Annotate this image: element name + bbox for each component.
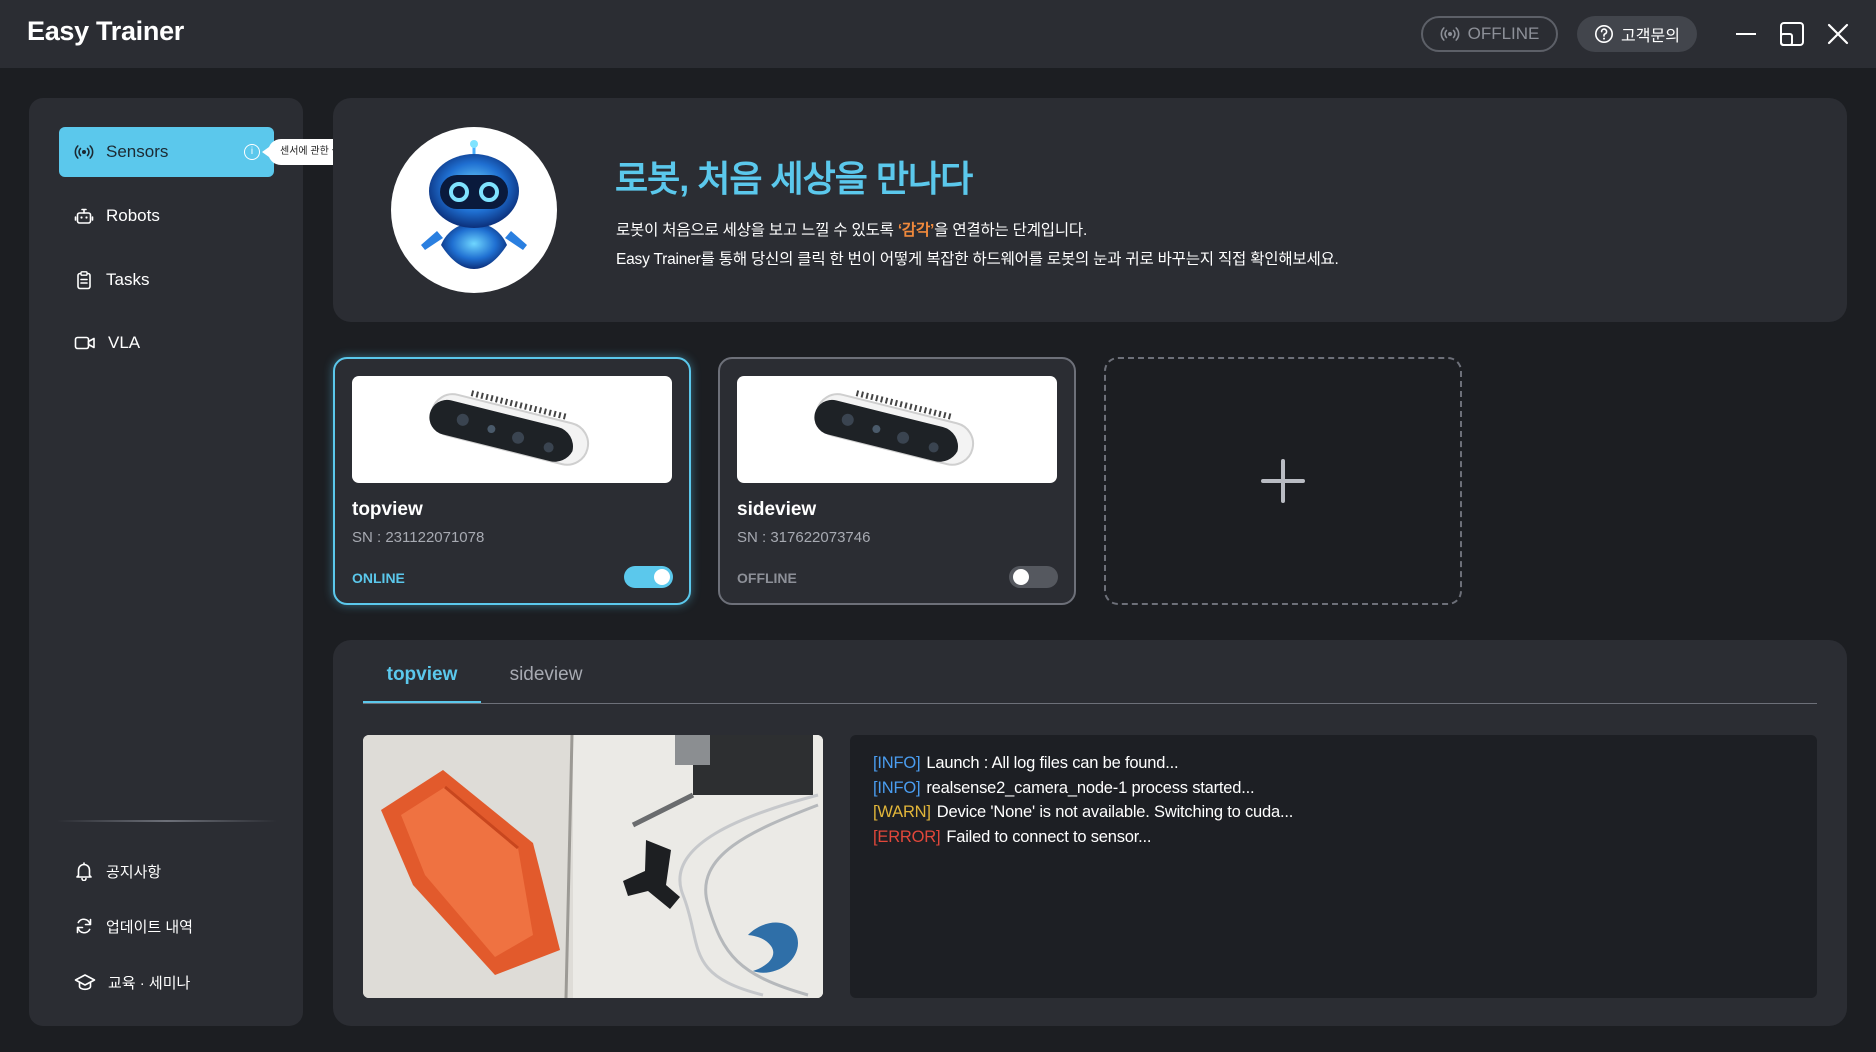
sensor-name: sideview xyxy=(737,499,817,520)
toggle-knob xyxy=(1013,569,1029,585)
sidebar-item-label: VLA xyxy=(108,333,141,352)
sidebar-item-education[interactable]: 교육 · 세미나 xyxy=(74,967,190,997)
sidebar-item-notices[interactable]: 공지사항 xyxy=(74,856,161,886)
log-line: [WARN] Device 'None' is not available. Sw… xyxy=(873,800,1794,825)
broadcast-icon xyxy=(1440,27,1460,41)
sensor-enable-toggle[interactable] xyxy=(624,566,673,588)
sensor-camera-image xyxy=(352,376,672,483)
title-bar: Easy Trainer OFFLINE 고객문의 xyxy=(0,0,1876,68)
banner-highlight: ‘감각’ xyxy=(897,222,935,239)
robot-icon xyxy=(74,208,94,224)
log-message: Launch : All log files can be found... xyxy=(926,754,1179,772)
sensor-name: topview xyxy=(352,499,423,520)
sidebar-footer-label: 교육 · 세미나 xyxy=(108,974,191,992)
sidebar-item-tasks[interactable]: Tasks xyxy=(59,255,274,305)
banner-description-line-1: 로봇이 처음으로 세상을 보고 느낄 수 있도록 ‘감각’을 연결하는 단계입니… xyxy=(616,222,1088,239)
app-title: Easy Trainer xyxy=(27,16,185,46)
banner-description-line-2: Easy Trainer를 통해 당신의 클릭 한 번이 어떻게 복잡한 하드웨… xyxy=(616,251,1339,268)
maximize-icon xyxy=(1780,22,1804,46)
sensor-enable-toggle[interactable] xyxy=(1009,566,1058,588)
sensor-serial-number: SN : 317622073746 xyxy=(737,529,871,546)
sidebar-item-label: Tasks xyxy=(106,270,150,289)
log-level: [INFO] xyxy=(873,778,921,797)
log-line: [INFO] realsense2_camera_node-1 process s… xyxy=(873,776,1794,801)
close-icon xyxy=(1827,23,1849,45)
broadcast-icon xyxy=(74,145,94,159)
log-message: Failed to connect to sensor... xyxy=(946,827,1152,846)
connection-status-label: OFFLINE xyxy=(1467,24,1540,43)
sidebar-item-sensors[interactable]: Sensors i xyxy=(59,127,274,177)
sensor-status: ONLINE xyxy=(352,570,405,586)
sensor-card-sideview[interactable]: sideview SN : 317622073746 OFFLINE xyxy=(718,357,1076,605)
minimize-icon xyxy=(1736,33,1756,35)
sidebar-item-updates[interactable]: 업데이트 내역 xyxy=(74,911,193,941)
intro-banner: 로봇, 처음 세상을 만나다 로봇이 처음으로 세상을 보고 느낄 수 있도록 … xyxy=(333,98,1847,322)
add-sensor-button[interactable] xyxy=(1104,357,1462,605)
close-window-button[interactable] xyxy=(1821,17,1855,51)
sensor-detail-panel: topview sideview [INFO] Launch : All log… xyxy=(333,640,1847,1026)
camera-feed xyxy=(363,735,823,998)
sensor-camera-image xyxy=(737,376,1057,483)
sidebar-footer-label: 업데이트 내역 xyxy=(106,918,193,936)
sidebar-item-label: Sensors xyxy=(106,142,169,161)
banner-title: 로봇, 처음 세상을 만나다 xyxy=(615,158,973,199)
log-level: [ERROR] xyxy=(873,827,941,846)
sidebar-item-vla[interactable]: VLA xyxy=(59,318,274,368)
plus-icon xyxy=(1261,459,1305,503)
sidebar-divider xyxy=(57,820,277,822)
sidebar-item-label: Robots xyxy=(106,206,160,225)
clipboard-icon xyxy=(77,271,91,290)
log-message: Device 'None' is not available. Switchin… xyxy=(936,803,1294,821)
sensor-card-topview[interactable]: topview SN : 231122071078 ONLINE xyxy=(333,357,691,605)
support-button[interactable]: 고객문의 xyxy=(1577,16,1697,52)
tab-sideview[interactable]: sideview xyxy=(486,664,606,704)
maximize-button[interactable] xyxy=(1775,17,1809,51)
help-circle-icon xyxy=(1595,25,1614,43)
connection-status-badge[interactable]: OFFLINE xyxy=(1421,16,1558,52)
sidebar-footer-label: 공지사항 xyxy=(106,863,162,881)
support-label: 고객문의 xyxy=(1621,28,1680,45)
video-icon xyxy=(74,336,95,350)
toggle-knob xyxy=(654,569,670,585)
log-line: [ERROR] Failed to connect to sensor... xyxy=(873,825,1794,850)
sidebar: Sensors i Robots Tasks VLA 공지사항 업데이트 내역 … xyxy=(29,98,303,1026)
log-message: realsense2_camera_node-1 process started… xyxy=(926,778,1255,797)
log-level: [WARN] xyxy=(873,803,931,821)
log-line: [INFO] Launch : All log files can be foun… xyxy=(873,751,1794,776)
log-level: [INFO] xyxy=(873,754,921,772)
log-console: [INFO] Launch : All log files can be foun… xyxy=(850,735,1817,998)
bell-icon xyxy=(76,862,92,881)
sidebar-item-robots[interactable]: Robots xyxy=(59,191,274,241)
sensor-serial-number: SN : 231122071078 xyxy=(352,529,485,546)
info-icon[interactable]: i xyxy=(244,144,260,160)
graduation-cap-icon xyxy=(74,974,96,991)
minimize-button[interactable] xyxy=(1729,17,1763,51)
refresh-icon xyxy=(76,918,92,934)
tabs-divider xyxy=(363,703,1817,704)
tab-topview[interactable]: topview xyxy=(363,664,481,704)
robot-mascot-image xyxy=(391,127,557,293)
sensor-status: OFFLINE xyxy=(737,570,797,586)
